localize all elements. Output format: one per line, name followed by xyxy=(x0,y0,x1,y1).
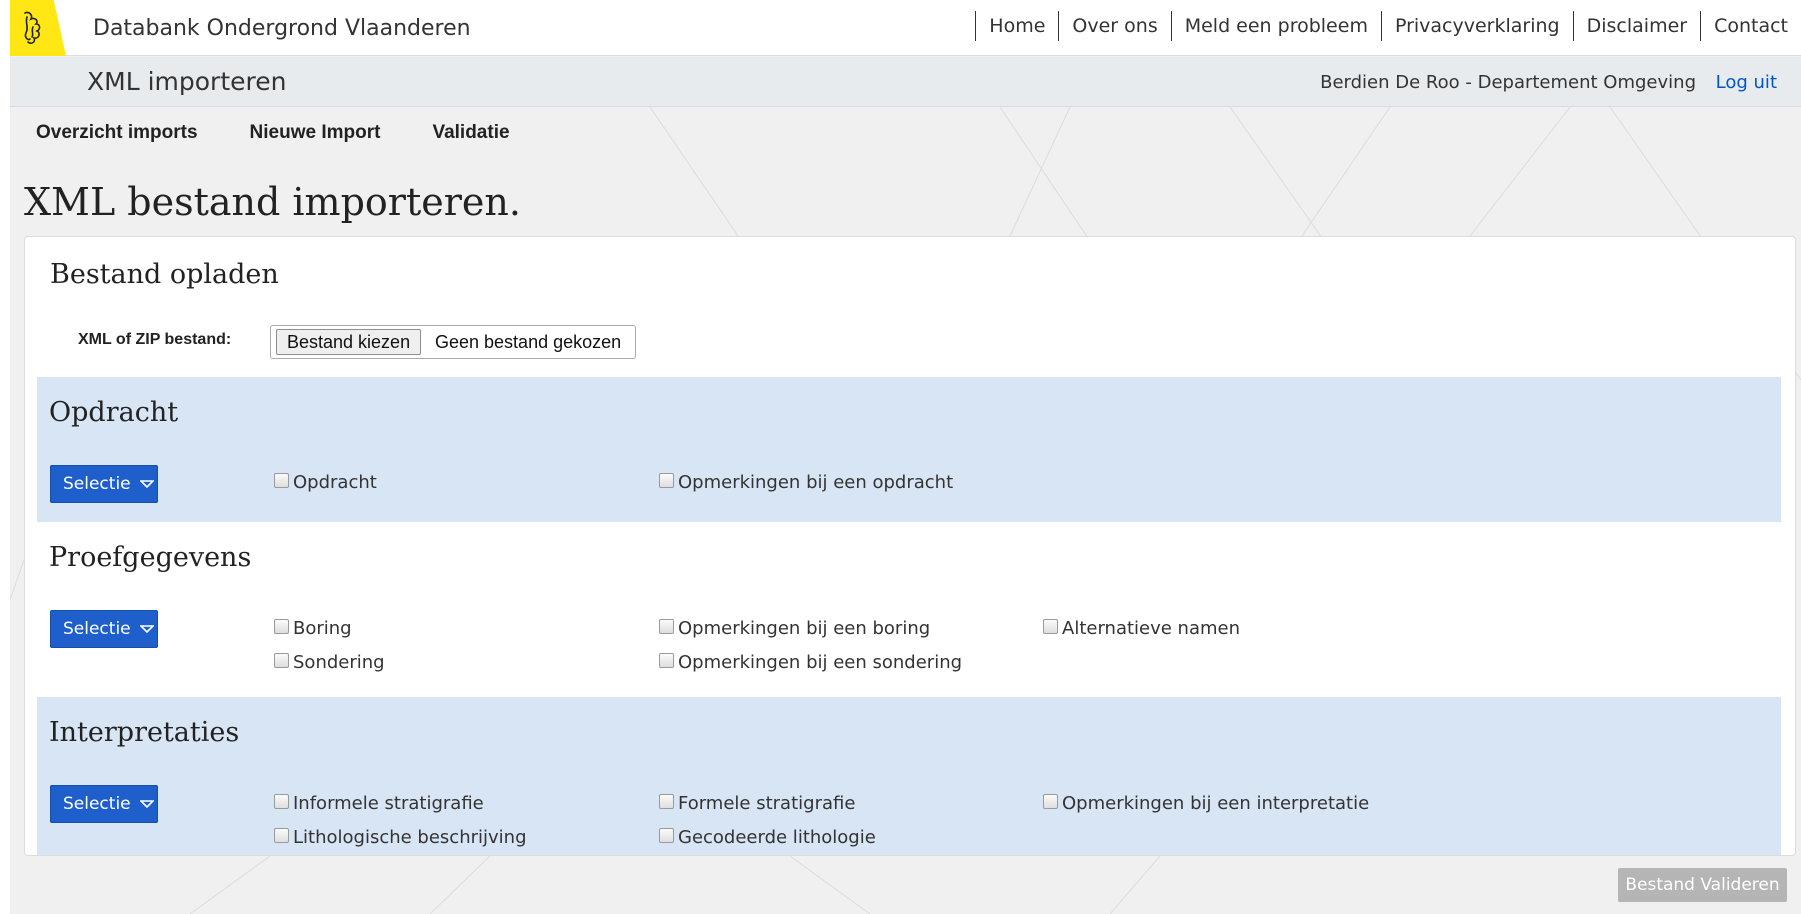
tab-validatie[interactable]: Validatie xyxy=(432,122,509,144)
section-interpretaties: Interpretaties Selectie Informele strati… xyxy=(37,697,1781,855)
import-form-card: Bestand opladen XML of ZIP bestand: Best… xyxy=(24,236,1796,856)
checkbox-label: Opmerkingen bij een interpretatie xyxy=(1062,793,1370,814)
selectie-label: Selectie xyxy=(63,619,131,639)
checkbox-label: Gecodeerde lithologie xyxy=(678,827,876,848)
file-input[interactable]: Bestand kiezen Geen bestand gekozen xyxy=(270,325,636,359)
checkbox-box[interactable] xyxy=(274,828,289,843)
file-status: Geen bestand gekozen xyxy=(435,332,622,352)
selectie-button-opdracht[interactable]: Selectie xyxy=(50,465,158,503)
page-title: XML bestand importeren. xyxy=(24,180,521,224)
checkbox-opmerkingen-sondering[interactable]: Opmerkingen bij een sondering xyxy=(659,652,962,673)
top-navigation: Home Over ons Meld een probleem Privacyv… xyxy=(975,11,1801,41)
selectie-label: Selectie xyxy=(63,474,131,494)
checkbox-box[interactable] xyxy=(1043,794,1058,809)
user-name: Berdien De Roo - Departement Omgeving xyxy=(1320,72,1696,93)
flemish-lion-icon[interactable] xyxy=(10,0,66,56)
checkbox-opmerkingen-opdracht[interactable]: Opmerkingen bij een opdracht xyxy=(659,472,953,493)
checkbox-opdracht[interactable]: Opdracht xyxy=(274,472,377,493)
checkbox-box[interactable] xyxy=(274,619,289,634)
selectie-button-proefgegevens[interactable]: Selectie xyxy=(50,610,158,648)
checkbox-informele-stratigrafie[interactable]: Informele stratigrafie xyxy=(274,793,484,814)
nav-privacyverklaring[interactable]: Privacyverklaring xyxy=(1380,11,1573,41)
validate-file-button[interactable]: Bestand Valideren xyxy=(1618,868,1787,902)
checkbox-formele-stratigrafie[interactable]: Formele stratigrafie xyxy=(659,793,855,814)
tab-overzicht-imports[interactable]: Overzicht imports xyxy=(36,122,198,144)
section-proefgegevens: Proefgegevens Selectie Boring Opmerkinge… xyxy=(37,522,1781,697)
checkbox-box[interactable] xyxy=(659,828,674,843)
checkbox-sondering[interactable]: Sondering xyxy=(274,652,385,673)
caret-down-icon xyxy=(139,479,154,488)
choose-file-button[interactable]: Bestand kiezen xyxy=(276,329,422,355)
page: Databank Ondergrond Vlaanderen Home Over… xyxy=(10,0,1801,914)
checkbox-alternatieve-namen[interactable]: Alternatieve namen xyxy=(1043,618,1240,639)
caret-down-icon xyxy=(139,799,154,808)
section-title-opdracht: Opdracht xyxy=(49,397,179,428)
checkbox-label: Opmerkingen bij een boring xyxy=(678,618,931,639)
section-title-proefgegevens: Proefgegevens xyxy=(49,542,252,573)
section-tabs: Overzicht imports Nieuwe Import Validati… xyxy=(36,122,562,144)
sub-header: XML importeren Berdien De Roo - Departem… xyxy=(10,57,1801,107)
checkbox-label: Lithologische beschrijving xyxy=(293,827,527,848)
nav-meld-een-probleem[interactable]: Meld een probleem xyxy=(1170,11,1381,41)
checkbox-box[interactable] xyxy=(659,794,674,809)
checkbox-gecodeerde-lithologie[interactable]: Gecodeerde lithologie xyxy=(659,827,876,848)
app-title: XML importeren xyxy=(87,67,287,96)
nav-home[interactable]: Home xyxy=(975,11,1058,41)
checkbox-label: Boring xyxy=(293,618,352,639)
checkbox-box[interactable] xyxy=(659,473,674,488)
nav-contact[interactable]: Contact xyxy=(1700,11,1801,41)
checkbox-label: Alternatieve namen xyxy=(1062,618,1241,639)
nav-over-ons[interactable]: Over ons xyxy=(1058,11,1170,41)
top-bar: Databank Ondergrond Vlaanderen Home Over… xyxy=(10,0,1801,56)
checkbox-label: Informele stratigrafie xyxy=(293,793,484,814)
checkbox-box[interactable] xyxy=(274,794,289,809)
logout-link[interactable]: Log uit xyxy=(1716,72,1777,93)
checkbox-opmerkingen-interpretatie[interactable]: Opmerkingen bij een interpretatie xyxy=(1043,793,1369,814)
section-title-interpretaties: Interpretaties xyxy=(49,717,240,748)
checkbox-label: Opmerkingen bij een sondering xyxy=(678,652,963,673)
selectie-label: Selectie xyxy=(63,794,131,814)
section-opdracht: Opdracht Selectie Opdracht Opmerkingen b… xyxy=(37,377,1781,522)
checkbox-opmerkingen-boring[interactable]: Opmerkingen bij een boring xyxy=(659,618,930,639)
checkbox-box[interactable] xyxy=(1043,619,1058,634)
selectie-button-interpretaties[interactable]: Selectie xyxy=(50,785,158,823)
upload-title: Bestand opladen xyxy=(50,259,279,290)
checkbox-label: Opmerkingen bij een opdracht xyxy=(678,472,954,493)
site-title[interactable]: Databank Ondergrond Vlaanderen xyxy=(93,16,471,41)
caret-down-icon xyxy=(139,624,154,633)
checkbox-boring[interactable]: Boring xyxy=(274,618,352,639)
checkbox-label: Sondering xyxy=(293,652,385,673)
checkbox-box[interactable] xyxy=(659,653,674,668)
checkbox-label: Formele stratigrafie xyxy=(678,793,856,814)
nav-disclaimer[interactable]: Disclaimer xyxy=(1572,11,1700,41)
checkbox-box[interactable] xyxy=(274,653,289,668)
checkbox-lithologische-beschrijving[interactable]: Lithologische beschrijving xyxy=(274,827,527,848)
tab-nieuwe-import[interactable]: Nieuwe Import xyxy=(250,122,381,144)
checkbox-box[interactable] xyxy=(659,619,674,634)
file-field-label: XML of ZIP bestand: xyxy=(78,331,232,348)
checkbox-box[interactable] xyxy=(274,473,289,488)
checkbox-label: Opdracht xyxy=(293,472,377,493)
